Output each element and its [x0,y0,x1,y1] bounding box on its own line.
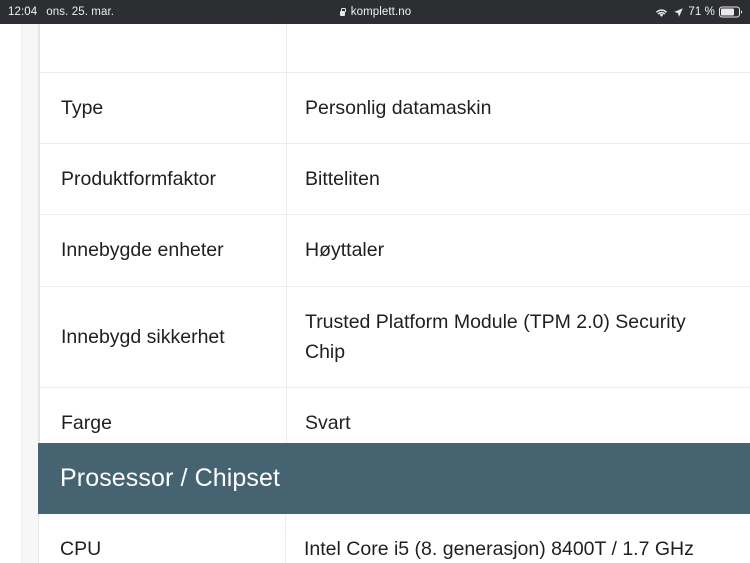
spec-value: Intel Core i5 (8. generasjon) 8400T / 1.… [304,538,694,560]
page-left-gutter [0,24,22,563]
spec-value: Høyttaler [305,239,385,262]
spec-label: Innebygd sikkerhet [40,286,287,388]
spec-label [40,24,287,72]
status-bar: 12:04 ons. 25. mar. komplett.no 71 % [0,0,750,24]
table-row: Produktformfaktor Bitteliten [40,144,750,216]
table-row: Innebygd sikkerhet Trusted Platform Modu… [40,286,750,389]
status-bar-time: 12:04 [8,6,38,18]
spec-value [287,24,750,72]
battery-percentage: 71 % [688,6,715,18]
status-bar-date: ons. 25. mar. [46,6,115,18]
webpage-content: Type Personlig datamaskin Produktformfak… [0,24,750,563]
spec-value: Trusted Platform Module (TPM 2.0) Securi… [305,310,686,363]
spec-value: Bitteliten [305,168,380,191]
table-row: CPU Intel Core i5 (8. generasjon) 8400T … [39,514,750,563]
status-bar-right: 71 % [654,6,743,18]
battery-icon [719,6,743,18]
spec-value: Personlig datamaskin [305,97,492,119]
spec-table-processor: Prosessor / Chipset CPU Intel Core i5 (8… [38,443,750,563]
spec-table-general-rows: Type Personlig datamaskin Produktformfak… [39,24,750,461]
section-header-processor: Prosessor / Chipset [38,443,750,514]
wifi-icon [654,7,669,18]
spec-label: Innebygde enheter [40,215,287,286]
table-row: Type Personlig datamaskin [40,73,750,145]
spec-label: Type [40,73,287,144]
spec-label: CPU [39,514,286,563]
site-title-text: komplett.no [350,6,412,18]
status-bar-left: 12:04 ons. 25. mar. [8,6,114,18]
lock-icon [339,7,346,17]
location-arrow-icon [673,7,684,18]
spec-table-processor-rows: CPU Intel Core i5 (8. generasjon) 8400T … [38,514,750,563]
table-row: Innebygde enheter Høyttaler [40,215,750,287]
spec-label: Produktformfaktor [40,144,287,215]
table-row [40,24,750,73]
spec-table-general: Type Personlig datamaskin Produktformfak… [38,24,750,461]
page-content-column: Type Personlig datamaskin Produktformfak… [22,24,750,563]
